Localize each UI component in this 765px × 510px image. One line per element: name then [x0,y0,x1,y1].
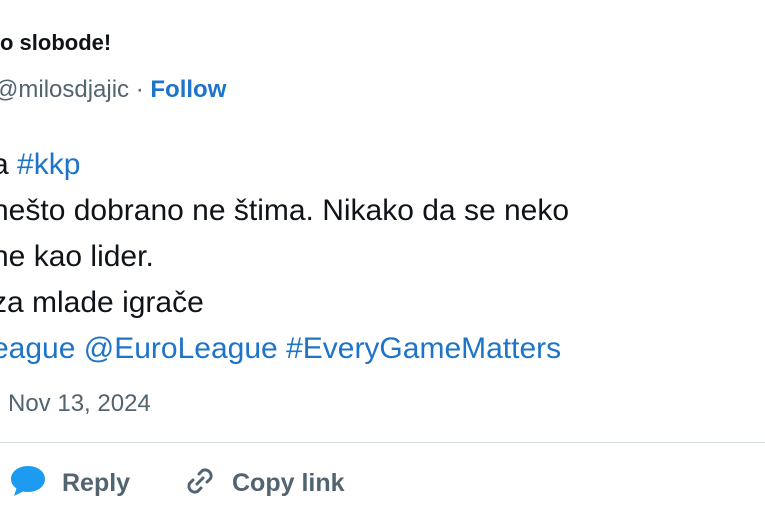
copy-link-button[interactable]: Copy link [182,462,345,504]
tweet-card: o slobode! @milosdjajic · Follow a #kkp … [0,0,765,510]
tweet-text: a [0,148,9,181]
tweet-line-5: eague @EuroLeague #EveryGameMatters [0,326,569,372]
tweet-line-2: nešto dobrano ne štima. Nikako da se nek… [0,194,570,227]
author-handle[interactable]: @milosdjajic [0,76,129,103]
tweet-timestamp[interactable]: Nov 13, 2024 [8,390,151,418]
mention-euroleague[interactable]: @EuroLeague [84,332,278,365]
chain-link-icon [182,463,218,504]
tweet-line-3: ne kao lider. [0,240,154,273]
reply-label: Reply [62,468,131,497]
hashtag-everygamematters[interactable]: #EveryGameMatters [286,332,561,365]
separator-dot: · [129,76,151,103]
reply-button[interactable]: Reply [8,462,130,504]
author-name[interactable]: o slobode! [0,30,111,56]
speech-bubble-icon [8,463,48,504]
tweet-line-1: a #kkp [0,142,569,188]
copy-link-label: Copy link [232,468,345,497]
action-bar: Reply Copy link [0,462,765,504]
tweet-body: a #kkp nešto dobrano ne štima. Nikako da… [0,142,569,372]
hashtag-kkp[interactable]: #kkp [17,148,80,181]
mention-league[interactable]: eague [0,332,75,365]
tweet-line-4: za mlade igrače [0,286,204,319]
follow-button[interactable]: Follow [150,76,226,103]
handle-row: @milosdjajic · Follow [0,76,226,104]
divider [0,442,765,443]
